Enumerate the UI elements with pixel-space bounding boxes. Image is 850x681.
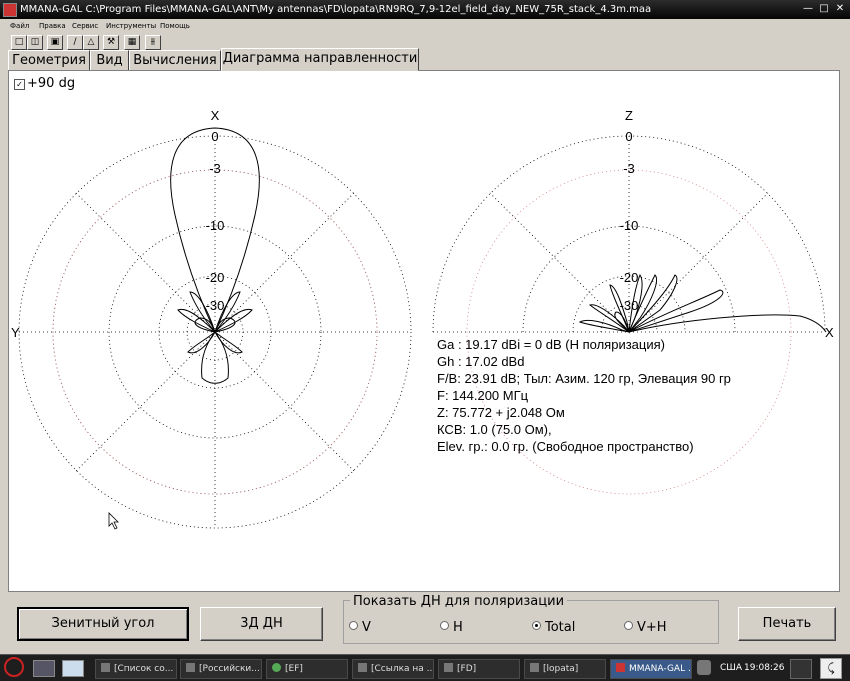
front-back: F/B: 23.91 dB; Тыл: Азим. 120 гр, Элевац… bbox=[437, 371, 731, 386]
radio-dot-icon bbox=[440, 621, 449, 630]
clock[interactable]: 19:08:26 bbox=[744, 659, 784, 677]
folder-icon bbox=[358, 663, 367, 672]
print-button[interactable]: Печать bbox=[738, 607, 836, 641]
right-ring-label-3: -3 bbox=[623, 161, 635, 176]
axis-diag2 bbox=[628, 192, 769, 333]
tab-pattern[interactable]: Диаграмма направленности bbox=[221, 48, 419, 71]
right-top-label: Z bbox=[625, 108, 633, 123]
tray-app-icon[interactable] bbox=[790, 659, 812, 679]
left-ring-label-10: -10 bbox=[206, 218, 225, 233]
task-label: [Российски... bbox=[199, 664, 260, 674]
browser-icon bbox=[272, 663, 281, 672]
task-item-5[interactable]: [FD] bbox=[438, 659, 520, 679]
results-info: Ga : 19.17 dBi = 0 dB (H поляризация) Gh… bbox=[437, 336, 731, 455]
axis-diag1 bbox=[489, 192, 630, 333]
radio-v-label: V bbox=[362, 620, 371, 635]
right-side-label: X bbox=[825, 325, 834, 340]
right-ring-label-30: -30 bbox=[620, 298, 639, 313]
polarization-title: Показать ДН для поляризации bbox=[350, 594, 568, 609]
radio-vh[interactable]: V+H bbox=[624, 620, 667, 635]
zenith-angle-button[interactable]: Зенитный угол bbox=[17, 607, 189, 641]
task-label: [EF] bbox=[285, 664, 303, 674]
terminal-icon[interactable] bbox=[33, 660, 55, 677]
task-item-3[interactable]: [EF] bbox=[266, 659, 348, 679]
radio-total[interactable]: Total bbox=[532, 620, 575, 635]
task-item-7[interactable]: MMANA-GAL ... bbox=[610, 659, 692, 679]
task-item-4[interactable]: [Ссылка на ... bbox=[352, 659, 434, 679]
show-desktop-icon[interactable]: ⤹ bbox=[820, 658, 842, 679]
window-icon bbox=[186, 663, 195, 672]
left-ring-label-0: 0 bbox=[211, 129, 218, 144]
pattern-3d-button[interactable]: 3Д ДН bbox=[200, 607, 323, 641]
right-ring-label-0: 0 bbox=[625, 129, 632, 144]
left-ring-label-30: -30 bbox=[206, 298, 225, 313]
task-label: [Ссылка на ... bbox=[371, 664, 434, 674]
radio-dot-icon bbox=[349, 621, 358, 630]
folder-icon bbox=[530, 663, 539, 672]
keyboard-layout[interactable]: США bbox=[720, 659, 742, 677]
left-side-label: Y bbox=[11, 325, 20, 340]
gain-dbi: Ga : 19.17 dBi = 0 dB (H поляризация) bbox=[437, 337, 665, 352]
radio-total-label: Total bbox=[545, 620, 576, 635]
task-item-6[interactable]: [lopata] bbox=[524, 659, 606, 679]
radio-dot-icon bbox=[624, 621, 633, 630]
mmana-icon bbox=[616, 663, 625, 672]
right-ring-label-10: -10 bbox=[620, 218, 639, 233]
task-label: [Список со... bbox=[114, 664, 174, 674]
elevation-pattern bbox=[578, 273, 827, 334]
desktop-icon[interactable] bbox=[62, 660, 84, 677]
right-ring-label-20: -20 bbox=[620, 270, 639, 285]
left-top-label: X bbox=[211, 108, 220, 123]
left-ring-label-20: -20 bbox=[206, 270, 225, 285]
radio-dot-selected-icon bbox=[532, 621, 541, 630]
radio-h-label: H bbox=[453, 620, 463, 635]
start-menu-icon[interactable] bbox=[4, 657, 24, 677]
task-label: [FD] bbox=[457, 664, 477, 674]
radio-vh-label: V+H bbox=[637, 620, 667, 635]
task-item-1[interactable]: [Список со... bbox=[95, 659, 177, 679]
impedance: Z: 75.772 + j2.048 Ом bbox=[437, 405, 565, 420]
frequency: F: 144.200 МГц bbox=[437, 388, 529, 403]
folder-icon bbox=[444, 663, 453, 672]
left-ring-label-3: -3 bbox=[209, 161, 221, 176]
radio-h[interactable]: H bbox=[440, 620, 463, 635]
speaker-icon[interactable] bbox=[697, 660, 711, 675]
elevation: Elev. гр.: 0.0 гр. (Свободное пространст… bbox=[437, 439, 694, 454]
radio-v[interactable]: V bbox=[349, 620, 371, 635]
pattern-plots: X Y 0 -3 -10 -20 -30 Z X 0 -3 -10 -20 -3… bbox=[11, 108, 834, 530]
swr: КСВ: 1.0 (75.0 Ом), bbox=[437, 422, 552, 437]
window-icon bbox=[101, 663, 110, 672]
taskbar: [Список со... [Российски... [EF] [Ссылка… bbox=[0, 654, 850, 681]
task-label: [lopata] bbox=[543, 664, 579, 674]
task-label: MMANA-GAL ... bbox=[629, 664, 692, 674]
task-item-2[interactable]: [Российски... bbox=[180, 659, 262, 679]
gain-dbd: Gh : 17.02 dBd bbox=[437, 354, 525, 369]
mouse-cursor-icon bbox=[108, 512, 119, 530]
